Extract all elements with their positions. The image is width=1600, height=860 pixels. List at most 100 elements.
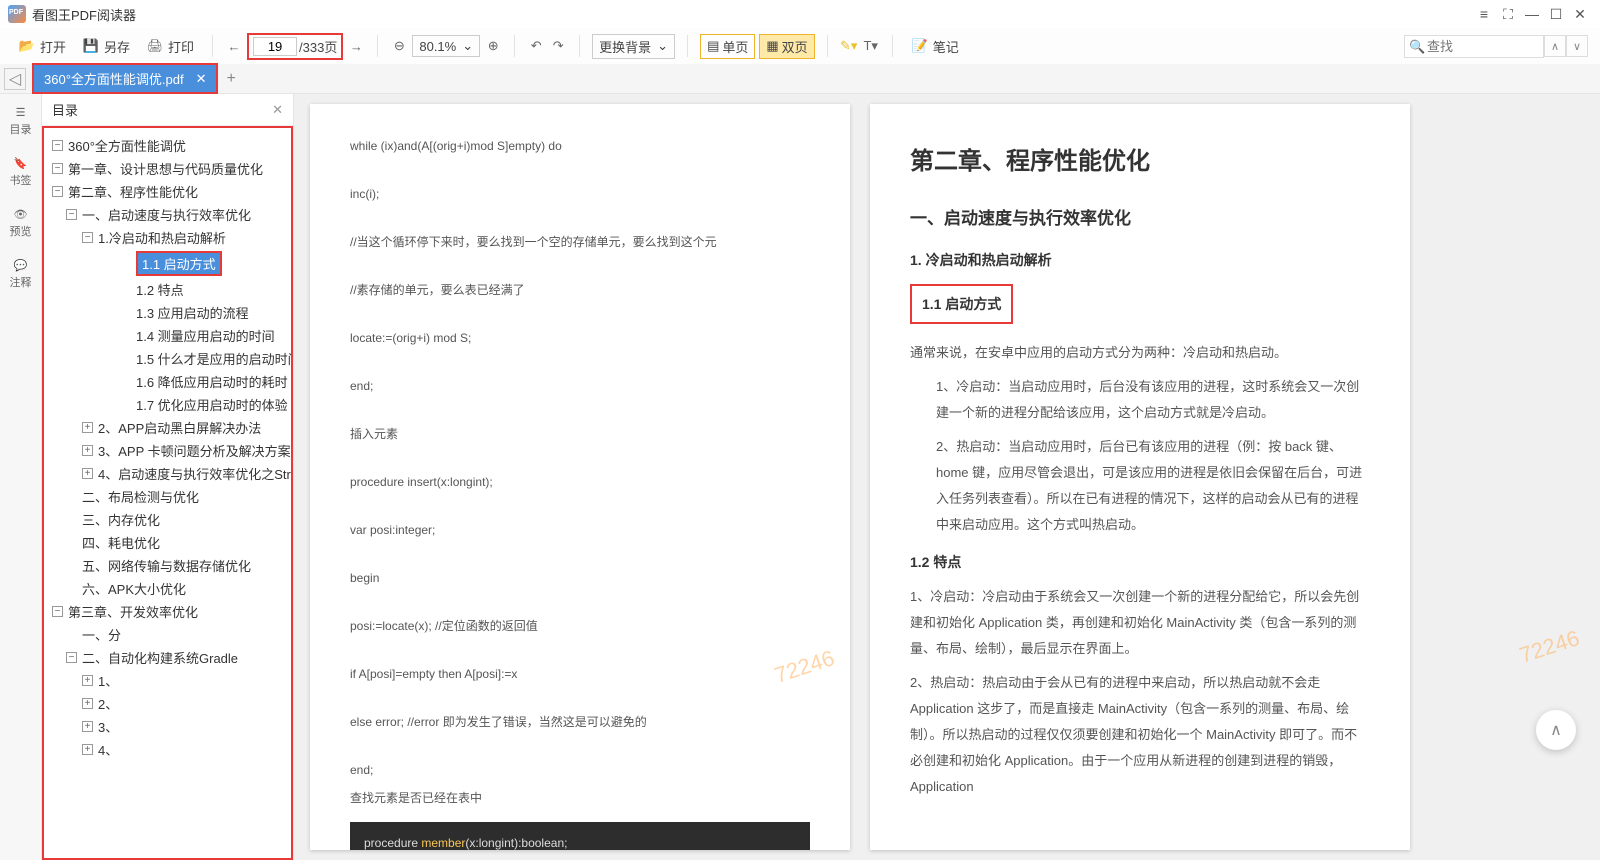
highlight-icon[interactable]: ✎▾ — [840, 37, 858, 55]
chapter-title: 第二章、程序性能优化 — [910, 138, 1370, 186]
toc-label: 第三章、开发效率优化 — [68, 602, 198, 621]
side-comment[interactable]: 💬 注释 — [10, 255, 32, 294]
toc-close-icon[interactable]: ✕ — [272, 102, 283, 118]
toc-item[interactable]: 1.7 优化应用启动时的体验 — [48, 393, 287, 416]
toc-tree[interactable]: −360°全方面性能调优−第一章、设计思想与代码质量优化−第二章、程序性能优化−… — [42, 126, 293, 860]
toc-item[interactable]: −360°全方面性能调优 — [48, 134, 287, 157]
expand-icon[interactable]: + — [82, 698, 93, 709]
paragraph: 1、冷启动：冷启动由于系统会又一次创建一个新的进程分配给它，所以会先创建和初始化… — [910, 584, 1370, 662]
double-page-button[interactable]: ▦ 双页 — [759, 34, 814, 59]
app-logo-icon — [8, 5, 26, 23]
collapse-icon[interactable]: − — [52, 606, 63, 617]
zoom-out-icon[interactable]: ⊖ — [390, 37, 408, 55]
list-icon: ☰ — [16, 106, 26, 119]
toc-item[interactable]: 四、耗电优化 — [48, 531, 287, 554]
toc-item[interactable]: 1.3 应用启动的流程 — [48, 301, 287, 324]
toc-item[interactable]: 1.1 启动方式 — [48, 249, 287, 278]
code-line: 插入元素 — [350, 422, 810, 446]
open-button[interactable]: 📂 打开 — [12, 34, 72, 59]
side-preview[interactable]: 👁 预览 — [10, 204, 32, 243]
double-label: 双页 — [782, 37, 808, 56]
toc-label: 4、启动速度与执行效率优化之StrictM — [98, 464, 293, 483]
toc-item[interactable]: +4、 — [48, 738, 287, 761]
toc-label: 4、 — [98, 740, 118, 759]
page-input[interactable] — [253, 37, 297, 56]
collapse-icon[interactable]: − — [52, 186, 63, 197]
double-page-icon: ▦ — [766, 38, 778, 54]
text-tool-icon[interactable]: T▾ — [862, 37, 880, 55]
single-page-button[interactable]: ▤ 单页 — [700, 34, 755, 59]
minimize-icon[interactable]: — — [1520, 2, 1544, 26]
new-tab-icon[interactable]: + — [226, 70, 235, 88]
tab-scroll-left-icon[interactable]: ◁ — [4, 68, 26, 90]
collapse-icon[interactable]: − — [66, 652, 77, 663]
collapse-icon[interactable]: − — [52, 140, 63, 151]
toc-item[interactable]: 五、网络传输与数据存储优化 — [48, 554, 287, 577]
collapse-icon[interactable]: − — [52, 163, 63, 174]
toc-item[interactable]: +3、APP 卡顿问题分析及解决方案 — [48, 439, 287, 462]
toc-label: 五、网络传输与数据存储优化 — [82, 556, 251, 575]
toc-item[interactable]: 1.2 特点 — [48, 278, 287, 301]
scroll-top-button[interactable]: ∧ — [1536, 710, 1576, 750]
toc-label: 2、APP启动黑白屏解决办法 — [98, 418, 261, 437]
toc-item[interactable]: 二、布局检测与优化 — [48, 485, 287, 508]
toc-item[interactable]: +3、 — [48, 715, 287, 738]
expand-icon[interactable]: + — [82, 744, 93, 755]
toc-item[interactable]: 1.5 什么才是应用的启动时间 — [48, 347, 287, 370]
toc-label: 1.7 优化应用启动时的体验 — [136, 395, 288, 414]
search-next-icon[interactable]: ∨ — [1566, 35, 1588, 57]
side-bookmark[interactable]: 🔖 书签 — [10, 153, 32, 192]
print-button[interactable]: 🖨 打印 — [140, 34, 200, 59]
code-line — [350, 734, 810, 758]
zoom-select[interactable]: 80.1% ⌄ — [412, 35, 480, 57]
toc-item[interactable]: 1.4 测量应用启动的时间 — [48, 324, 287, 347]
side-toc[interactable]: ☰ 目录 — [10, 102, 32, 141]
expand-icon[interactable]: + — [82, 445, 93, 456]
toolbar: 📂 打开 💾 另存 🖨 打印 ← /333页 → ⊖ 80.1% ⌄ ⊕ ↶ ↷… — [0, 28, 1600, 64]
menu-icon[interactable]: ≡ — [1472, 2, 1496, 26]
toc-item[interactable]: −第一章、设计思想与代码质量优化 — [48, 157, 287, 180]
toc-item[interactable]: 一、分 — [48, 623, 287, 646]
expand-icon[interactable]: + — [82, 721, 93, 732]
toc-label: 第一章、设计思想与代码质量优化 — [68, 159, 263, 178]
toc-item[interactable]: −二、自动化构建系统Gradle — [48, 646, 287, 669]
undo-icon[interactable]: ↶ — [527, 37, 545, 55]
background-select[interactable]: 更换背景 ⌄ — [592, 34, 675, 59]
close-window-icon[interactable]: ✕ — [1568, 2, 1592, 26]
toc-item[interactable]: −一、启动速度与执行效率优化 — [48, 203, 287, 226]
maximize-icon[interactable]: ☐ — [1544, 2, 1568, 26]
expand-icon[interactable]: + — [82, 422, 93, 433]
collapse-icon[interactable]: − — [82, 232, 93, 243]
toc-item[interactable]: −1.冷启动和热启动解析 — [48, 226, 287, 249]
fullscreen-icon[interactable]: ⛶ — [1496, 2, 1520, 26]
section-title: 一、启动速度与执行效率优化 — [910, 202, 1370, 236]
code-line — [350, 158, 810, 182]
toc-label: 一、分 — [82, 625, 121, 644]
toc-item[interactable]: 六、APK大小优化 — [48, 577, 287, 600]
toc-item[interactable]: −第二章、程序性能优化 — [48, 180, 287, 203]
code-line — [350, 446, 810, 470]
collapse-icon[interactable]: − — [66, 209, 77, 220]
toc-item[interactable]: +2、APP启动黑白屏解决办法 — [48, 416, 287, 439]
expand-icon[interactable]: + — [82, 675, 93, 686]
toc-item[interactable]: +2、 — [48, 692, 287, 715]
prev-page-icon[interactable]: ← — [225, 37, 243, 55]
next-page-icon[interactable]: → — [347, 37, 365, 55]
toc-label: 3、 — [98, 717, 118, 736]
redo-icon[interactable]: ↷ — [549, 37, 567, 55]
toc-item[interactable]: +1、 — [48, 669, 287, 692]
zoom-in-icon[interactable]: ⊕ — [484, 37, 502, 55]
tab-close-icon[interactable]: ✕ — [196, 71, 207, 87]
toc-item[interactable]: 三、内存优化 — [48, 508, 287, 531]
note-button[interactable]: 📝 笔记 — [905, 34, 965, 59]
saveas-button[interactable]: 💾 另存 — [76, 34, 136, 59]
code-line: begin — [350, 566, 810, 590]
toc-item[interactable]: 1.6 降低应用启动时的耗时 — [48, 370, 287, 393]
expand-icon[interactable]: + — [82, 468, 93, 479]
page-viewport[interactable]: while (ix)and(A[(orig+i)mod S]empty) do … — [294, 94, 1600, 860]
toc-item[interactable]: +4、启动速度与执行效率优化之StrictM — [48, 462, 287, 485]
toc-label: 四、耗电优化 — [82, 533, 160, 552]
search-prev-icon[interactable]: ∧ — [1544, 35, 1566, 57]
document-tab[interactable]: 360°全方面性能调优.pdf ✕ — [32, 63, 218, 94]
toc-item[interactable]: −第三章、开发效率优化 — [48, 600, 287, 623]
